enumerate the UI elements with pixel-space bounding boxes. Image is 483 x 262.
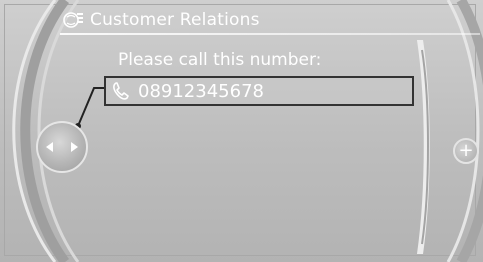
- arrow-right-icon[interactable]: [71, 142, 78, 152]
- right-arc-decoration: [446, 0, 483, 262]
- call-prompt-text: Please call this number:: [118, 50, 322, 70]
- controller-joystick-icon[interactable]: [36, 121, 88, 173]
- header-divider: [60, 33, 480, 35]
- customer-relations-icon: [63, 12, 83, 28]
- arrow-left-icon[interactable]: [46, 142, 53, 152]
- phone-number: 08912345678: [138, 80, 264, 102]
- page-title: Customer Relations: [90, 10, 260, 30]
- idrive-screen: Customer Relations Please call this numb…: [0, 0, 483, 262]
- plus-button[interactable]: +: [453, 138, 479, 164]
- phone-icon: [113, 82, 129, 100]
- title-bar: Customer Relations: [62, 9, 260, 31]
- phone-number-item[interactable]: 08912345678: [104, 76, 414, 106]
- scrollbar[interactable]: [417, 40, 431, 254]
